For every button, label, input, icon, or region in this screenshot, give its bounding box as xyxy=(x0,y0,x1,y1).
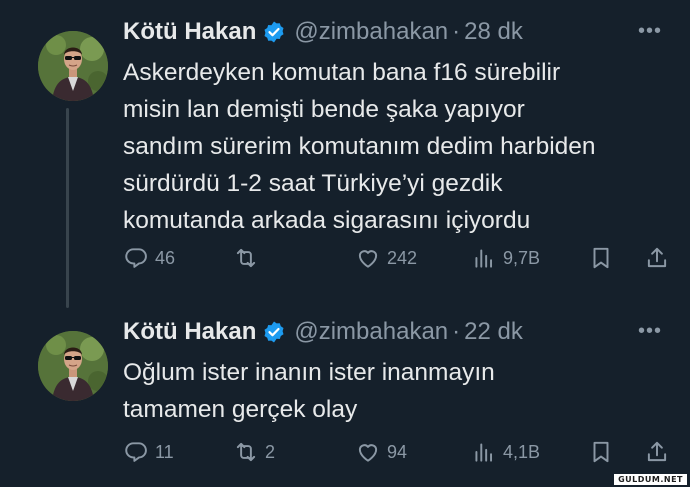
share-icon xyxy=(647,247,667,268)
avatar[interactable] xyxy=(38,331,108,401)
bookmark-icon xyxy=(593,441,609,463)
more-options-icon[interactable]: ••• xyxy=(638,320,662,343)
verified-badge-icon xyxy=(262,320,286,344)
tweet-text-line: sandım sürerim komutanım dedim harbiden xyxy=(123,133,596,160)
reply-count: 46 xyxy=(155,247,176,268)
retweet-count: 2 xyxy=(265,441,276,462)
separator-dot: · xyxy=(452,18,461,45)
reply-button[interactable]: 11 xyxy=(123,439,174,465)
tweet-text-line: tamamen gerçek olay xyxy=(123,396,358,423)
views-count: 4,1B xyxy=(503,441,541,462)
share-icon xyxy=(647,441,667,462)
tweet-actions: 46 242 9,7B xyxy=(123,245,672,275)
display-name[interactable]: Kötü Hakan xyxy=(123,18,256,46)
reply-count: 11 xyxy=(155,441,174,462)
share-button[interactable] xyxy=(644,439,670,465)
retweet-icon xyxy=(236,248,256,268)
tweet[interactable]: Kötü Hakan @zimbahakan · 22 dk ••• Oğlum… xyxy=(0,300,690,487)
more-options-icon[interactable]: ••• xyxy=(638,20,662,43)
tweet-content: Kötü Hakan @zimbahakan · 22 dk ••• Oğlum… xyxy=(123,314,670,428)
bookmark-button[interactable] xyxy=(588,245,614,271)
retweet-button[interactable] xyxy=(233,245,265,271)
user-handle[interactable]: @zimbahakan xyxy=(294,18,448,46)
reply-icon xyxy=(125,442,147,462)
avatar-image xyxy=(38,331,108,401)
like-count: 242 xyxy=(387,247,418,268)
views-button[interactable]: 4,1B xyxy=(471,439,540,465)
reply-button[interactable]: 46 xyxy=(123,245,175,271)
tweet-header: Kötü Hakan @zimbahakan · 22 dk xyxy=(123,314,670,350)
tweet-text-line: Oğlum ister inanın ister inanmayın xyxy=(123,359,495,386)
retweet-icon xyxy=(236,442,256,462)
heart-icon xyxy=(358,250,378,268)
tweet-content: Kötü Hakan @zimbahakan · 28 dk ••• Asker… xyxy=(123,14,670,239)
bookmark-button[interactable] xyxy=(588,439,614,465)
reply-icon xyxy=(125,248,147,268)
views-icon xyxy=(475,249,493,268)
bookmark-icon xyxy=(593,247,609,269)
watermark: GULDUM.NET xyxy=(614,474,687,485)
tweet-text-line: misin lan demişti bende şaka yapıyor xyxy=(123,96,525,123)
tweet-text-line: komutanda arkada sigarasını içiyordu xyxy=(123,207,531,234)
views-icon xyxy=(475,443,493,462)
avatar[interactable] xyxy=(38,31,108,101)
avatar-image xyxy=(38,31,108,101)
user-handle[interactable]: @zimbahakan xyxy=(294,318,448,346)
like-button[interactable]: 242 xyxy=(355,245,417,271)
views-count: 9,7B xyxy=(503,247,541,268)
tweet-actions: 11 2 94 4,1B xyxy=(123,439,672,469)
verified-badge-icon xyxy=(262,20,286,44)
views-button[interactable]: 9,7B xyxy=(471,245,540,271)
retweet-button[interactable]: 2 xyxy=(233,439,275,465)
tweet-text-line: Askerdeyken komutan bana f16 sürebilir xyxy=(123,59,561,86)
separator-dot: · xyxy=(452,318,461,345)
timestamp[interactable]: 22 dk xyxy=(464,318,523,346)
like-button[interactable]: 94 xyxy=(355,439,407,465)
tweet[interactable]: Kötü Hakan @zimbahakan · 28 dk ••• Asker… xyxy=(0,0,690,300)
timestamp[interactable]: 28 dk xyxy=(464,18,523,46)
like-count: 94 xyxy=(387,441,408,462)
share-button[interactable] xyxy=(644,245,670,271)
tweet-header: Kötü Hakan @zimbahakan · 28 dk xyxy=(123,14,670,50)
tweet-text: Askerdeyken komutan bana f16 sürebilir m… xyxy=(123,54,670,239)
tweet-text-line: sürdürdü 1-2 saat Türkiye’yi gezdik xyxy=(123,170,503,197)
display-name[interactable]: Kötü Hakan xyxy=(123,318,256,346)
heart-icon xyxy=(358,444,378,462)
tweet-text: Oğlum ister inanın ister inanmayın tamam… xyxy=(123,354,670,428)
